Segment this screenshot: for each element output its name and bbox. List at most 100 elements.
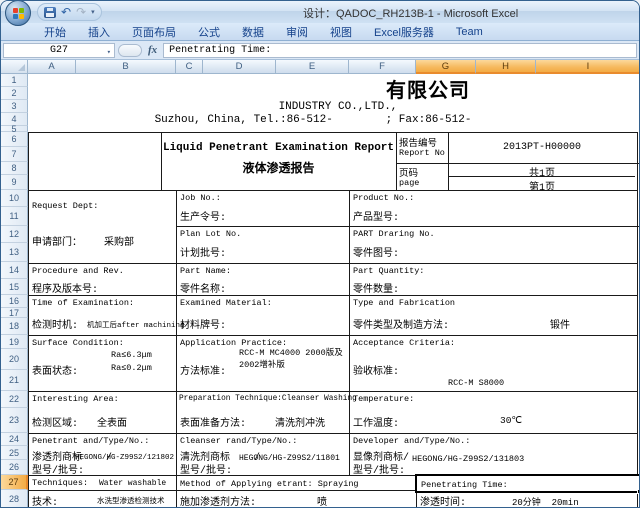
job-no-en: Job No.: xyxy=(180,193,221,203)
logo-cell[interactable] xyxy=(29,133,162,190)
row-header-16[interactable]: 16 xyxy=(1,295,28,308)
row-header-23[interactable]: 23 xyxy=(1,408,28,433)
interesting-en: Interesting Area: xyxy=(32,394,119,404)
save-icon[interactable] xyxy=(44,7,56,18)
request-dept-cell[interactable]: Request Dept: 申请部门： 采购部 xyxy=(29,191,177,263)
row-header-26[interactable]: 26 xyxy=(1,460,28,475)
column-header-E[interactable]: E xyxy=(276,60,349,74)
report-values-cell[interactable]: 2013PT-H00000 共1页 第1页 xyxy=(449,133,637,190)
request-dept-value: 采购部 xyxy=(104,233,134,249)
form-group-technique: Techniques: Water washable 技术: 水洗型渗透检测技术… xyxy=(28,475,638,508)
selected-cell-G27[interactable]: Penetrating Time: xyxy=(415,474,640,493)
cleanser-cell[interactable]: Cleanser rand/Type/No.: 清洗剂商标 / 型号/批号: H… xyxy=(177,434,350,475)
interesting-cn: 检测区域: xyxy=(32,414,78,430)
ribbon-tab-5[interactable]: 数据 xyxy=(231,23,275,40)
type-fab-cell[interactable]: Type and Fabrication 零件类型及制造方法: 锻件 xyxy=(350,296,639,335)
insert-function-area[interactable] xyxy=(118,44,142,57)
row-header-12[interactable]: 12 xyxy=(1,226,28,243)
redo-icon[interactable]: ↷ xyxy=(76,6,86,18)
column-header-B[interactable]: B xyxy=(76,60,176,74)
techniques-cell[interactable]: Techniques: Water washable 技术: 水洗型渗透检测技术 xyxy=(29,476,177,508)
ribbon-tab-7[interactable]: 视图 xyxy=(319,23,363,40)
row-header-10[interactable]: 10 xyxy=(1,190,28,207)
row-header-21[interactable]: 21 xyxy=(1,370,28,391)
column-header-F[interactable]: F xyxy=(349,60,416,74)
row-header-27[interactable]: 27 xyxy=(1,475,28,490)
row-header-11[interactable]: 11 xyxy=(1,207,28,226)
temperature-cell[interactable]: Temperature: 工作温度: 30℃ xyxy=(350,392,639,433)
row-header-13[interactable]: 13 xyxy=(1,243,28,262)
row-header-20[interactable]: 20 xyxy=(1,349,28,370)
office-button[interactable] xyxy=(5,0,31,26)
row-header-7[interactable]: 7 xyxy=(1,147,28,162)
column-header-I[interactable]: I xyxy=(536,60,640,74)
ribbon-tab-8[interactable]: Excel服务器 xyxy=(363,23,445,40)
ribbon-tab-4[interactable]: 公式 xyxy=(187,23,231,40)
row-header-15[interactable]: 15 xyxy=(1,279,28,295)
row-header-1[interactable]: 1 xyxy=(1,74,28,87)
column-header-D[interactable]: D xyxy=(203,60,276,74)
procedure-cell[interactable]: Procedure and Rev. 程序及版本号: xyxy=(29,264,177,295)
application-cell[interactable]: Application Practice: 方法标准: RCC-M MC4000… xyxy=(177,336,350,391)
material-en: Examined Material: xyxy=(180,298,272,308)
cells-area[interactable]: 有限公司 INDUSTRY CO.,LTD., Suzhou, China, T… xyxy=(28,74,640,508)
column-header-H[interactable]: H xyxy=(476,60,536,74)
product-no-cn: 产品型号: xyxy=(353,208,399,224)
interesting-area-cell[interactable]: Interesting Area: 检测区域: 全表面 xyxy=(29,392,177,433)
row-header-2[interactable]: 2 xyxy=(1,87,28,100)
row-header-18[interactable]: 18 xyxy=(1,318,28,335)
row-headers: 1234567891011121314151617181920212223242… xyxy=(1,74,28,507)
product-drawing-cell[interactable]: Product No.: 产品型号: PART Draring No. 零件图号… xyxy=(350,191,639,263)
row-header-24[interactable]: 24 xyxy=(1,433,28,446)
preparation-cell[interactable]: Preparation Technique:Cleanser Washing 表… xyxy=(177,392,350,433)
row-header-17[interactable]: 17 xyxy=(1,308,28,318)
fx-button[interactable]: fx xyxy=(145,44,160,56)
name-box-dropdown-icon[interactable]: ▾ xyxy=(107,48,111,57)
row-header-28[interactable]: 28 xyxy=(1,490,28,508)
row-header-22[interactable]: 22 xyxy=(1,391,28,408)
form-group-procedure: Procedure and Rev. 程序及版本号: Part Name: 零件… xyxy=(28,263,638,296)
acceptance-cell[interactable]: Acceptance Criteria: 验收标准: RCC-M S8000 xyxy=(350,336,639,391)
undo-icon[interactable]: ↶ xyxy=(61,6,71,18)
preparation-cn: 表面准备方法: xyxy=(180,414,246,430)
office-logo-icon xyxy=(13,8,24,19)
penetrant-cell[interactable]: Penetrant and/Type/No.: 渗透剂商标 / 型号/批号: H… xyxy=(29,434,177,475)
form-group-request: Request Dept: 申请部门： 采购部 Job No.: 生产令号: P… xyxy=(28,190,638,264)
row-header-3[interactable]: 3 xyxy=(1,100,28,113)
part-qty-cell[interactable]: Part Quantity: 零件数量: xyxy=(350,264,639,295)
column-header-C[interactable]: C xyxy=(176,60,203,74)
company-name-en: INDUSTRY CO.,LTD., xyxy=(188,101,488,113)
ribbon-tab-3[interactable]: 页面布局 xyxy=(121,23,187,40)
applying-cell[interactable]: Method of Applying etrant: Spraying 施加渗透… xyxy=(177,476,417,508)
part-name-en: Part Name: xyxy=(180,266,231,276)
applying-value: 喷 xyxy=(317,493,327,508)
report-labels-cell[interactable]: 报告编号 Report No 页码 page xyxy=(397,133,449,190)
techniques-en-value: Water washable xyxy=(99,479,166,488)
column-header-A[interactable]: A xyxy=(28,60,76,74)
ribbon-tab-1[interactable]: 开始 xyxy=(33,23,77,40)
developer-cell[interactable]: Developer and/Type/No.: 显像剂商标/ 型号/批号: HE… xyxy=(350,434,639,475)
column-header-G[interactable]: G xyxy=(416,60,476,74)
qat-customize-icon[interactable]: ▾ xyxy=(91,8,95,16)
application-cn: 方法标准: xyxy=(180,362,226,378)
ribbon-tab-9[interactable]: Team xyxy=(445,23,494,40)
ribbon-tab-6[interactable]: 审阅 xyxy=(275,23,319,40)
interesting-value: 全表面 xyxy=(97,414,127,430)
row-header-8[interactable]: 8 xyxy=(1,162,28,175)
formula-input[interactable]: Penetrating Time: xyxy=(163,43,637,58)
job-plan-cell[interactable]: Job No.: 生产令号: Plan Lot No. 计划批号: xyxy=(177,191,350,263)
surface-cell[interactable]: Surface Condition: 表面状态: Ra≤6.3μm Ra≤0.2… xyxy=(29,336,177,391)
ribbon-tab-2[interactable]: 插入 xyxy=(77,23,121,40)
row-header-25[interactable]: 25 xyxy=(1,446,28,460)
row-header-9[interactable]: 9 xyxy=(1,175,28,190)
select-all-corner[interactable] xyxy=(1,60,28,74)
name-box[interactable]: G27 ▾ xyxy=(3,43,115,58)
row-header-19[interactable]: 19 xyxy=(1,335,28,349)
material-cell[interactable]: Examined Material: 材料牌号: xyxy=(177,296,350,335)
time-exam-cell[interactable]: Time of Examination: 检测时机: 机加工后after mac… xyxy=(29,296,177,335)
part-name-cell[interactable]: Part Name: 零件名称: xyxy=(177,264,350,295)
row-header-14[interactable]: 14 xyxy=(1,262,28,279)
penetrating-cn: 渗透时间: xyxy=(420,493,466,508)
report-title-cell[interactable]: Liquid Penetrant Examination Report 液体渗透… xyxy=(162,133,397,190)
row-header-6[interactable]: 6 xyxy=(1,132,28,147)
